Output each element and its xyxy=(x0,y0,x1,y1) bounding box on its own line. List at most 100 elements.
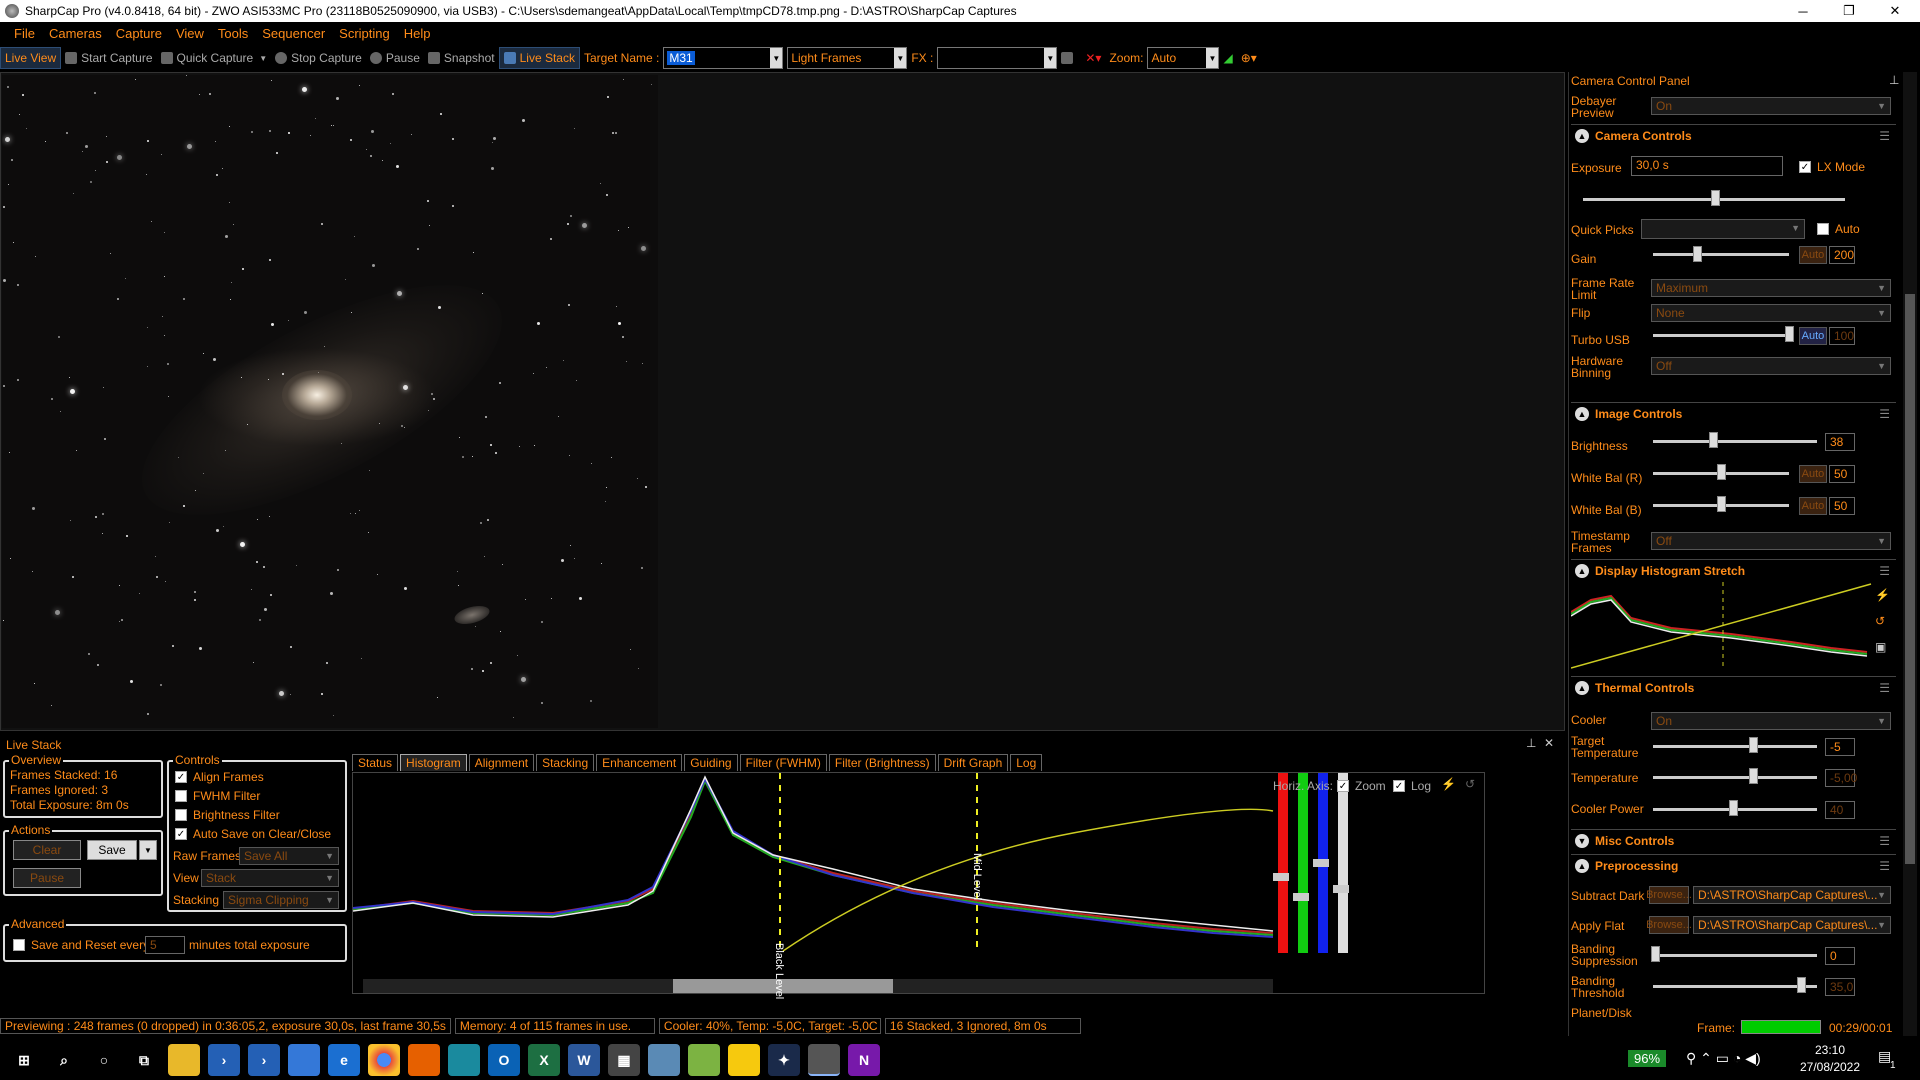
stretch-save-icon[interactable]: ▣ xyxy=(1875,640,1886,654)
menu-icon[interactable]: ☰ xyxy=(1879,834,1890,848)
display-stretch-header[interactable]: ▲ Display Histogram Stretch ☰ xyxy=(1571,559,1896,581)
target-temp-slider-track[interactable] xyxy=(1653,745,1817,748)
edge-icon[interactable] xyxy=(448,1044,480,1076)
task-view-icon[interactable]: ⧉ xyxy=(128,1044,160,1076)
live-view-button[interactable]: Live View xyxy=(0,47,62,69)
tab-stacking[interactable]: Stacking xyxy=(536,754,595,771)
magnifier-icon[interactable]: ⊕▾ xyxy=(1237,47,1261,69)
timestamp-dropdown[interactable]: Off ▼ xyxy=(1651,532,1891,550)
tab-log[interactable]: Log xyxy=(1010,754,1043,771)
pin-icon[interactable]: ⊥ xyxy=(1889,74,1899,86)
brightness-slider-track[interactable] xyxy=(1653,440,1817,443)
wb-r-auto-button[interactable]: Auto xyxy=(1799,465,1827,483)
stack-histogram[interactable]: Horiz. Axis: ✓ Zoom ✓ Log ⚡ ↺ Black Level … xyxy=(352,772,1485,999)
astro-app-icon[interactable]: ✦ xyxy=(768,1044,800,1076)
stretch-reset-icon[interactable]: ↺ xyxy=(1875,614,1885,628)
wb-b-auto-button[interactable]: Auto xyxy=(1799,497,1827,515)
tab-guiding[interactable]: Guiding xyxy=(684,754,738,771)
flat-browse-button[interactable]: Browse... xyxy=(1646,916,1692,934)
quick-picks-auto-checkbox[interactable]: Auto xyxy=(1817,222,1860,236)
wb-r-slider-thumb[interactable] xyxy=(1717,464,1726,480)
exposure-input[interactable]: 30,0 s xyxy=(1631,156,1783,176)
brightness-filter-checkbox[interactable]: Brightness Filter xyxy=(175,808,280,822)
menu-capture[interactable]: Capture xyxy=(116,26,162,41)
clock-date[interactable]: 27/08/2022 xyxy=(1790,1060,1870,1074)
sharpcap-taskbar-icon[interactable] xyxy=(808,1044,840,1076)
tab-filter-fwhm[interactable]: Filter (FWHM) xyxy=(739,754,827,771)
thermal-controls-header[interactable]: ▲ Thermal Controls ☰ xyxy=(1571,676,1896,698)
stretch-auto-icon[interactable]: ⚡ xyxy=(1875,588,1890,602)
live-stack-button[interactable]: Live Stack xyxy=(498,47,580,69)
menu-help[interactable]: Help xyxy=(404,26,431,41)
zoom-checkbox[interactable]: ✓ Zoom xyxy=(1337,779,1386,793)
tab-status[interactable]: Status xyxy=(352,754,399,771)
menu-icon[interactable]: ☰ xyxy=(1879,681,1890,695)
start-capture-button[interactable]: Start Capture xyxy=(61,47,156,69)
minutes-spinner[interactable]: 5 xyxy=(145,936,185,954)
histogram-icon[interactable]: ◢ xyxy=(1219,47,1236,69)
menu-sequencer[interactable]: Sequencer xyxy=(262,26,325,41)
temperature-slider-track[interactable] xyxy=(1653,776,1817,779)
internet-explorer-icon[interactable]: e xyxy=(328,1044,360,1076)
pin-icon[interactable]: ⊥ xyxy=(1526,736,1536,750)
scrollbar-thumb[interactable] xyxy=(1905,294,1915,864)
fx-combo[interactable]: ▼ xyxy=(937,47,1058,69)
close-icon[interactable]: ✕ xyxy=(1544,736,1554,750)
brightness-value[interactable]: 38 xyxy=(1825,433,1855,451)
fx-settings-icon[interactable] xyxy=(1057,47,1081,69)
debayer-dropdown[interactable]: On ▼ xyxy=(1651,97,1891,115)
misc-controls-header[interactable]: ▼ Misc Controls ☰ xyxy=(1571,829,1896,851)
pause-stack-button[interactable]: Pause xyxy=(13,868,81,888)
sticky-notes-icon[interactable] xyxy=(728,1044,760,1076)
preprocessing-header[interactable]: ▲ Preprocessing ☰ xyxy=(1571,854,1896,876)
onenote-icon[interactable]: N xyxy=(848,1044,880,1076)
minimize-button[interactable]: ─ xyxy=(1780,0,1826,22)
target-temp-value[interactable]: -5 xyxy=(1825,738,1855,756)
crosshair-icon[interactable]: ✕▾ xyxy=(1081,47,1105,69)
excel-icon[interactable]: X xyxy=(528,1044,560,1076)
binning-dropdown[interactable]: Off ▼ xyxy=(1651,357,1891,375)
gain-value[interactable]: 200 xyxy=(1829,246,1855,264)
tab-histogram[interactable]: Histogram xyxy=(400,754,467,771)
brightness-slider-thumb[interactable] xyxy=(1709,432,1718,448)
flat-path-dropdown[interactable]: D:\ASTRO\SharpCap Captures\... ▼ xyxy=(1693,916,1891,934)
turbo-auto-button[interactable]: Auto xyxy=(1799,327,1827,345)
quick-capture-button[interactable]: Quick Capture ▼ xyxy=(157,47,272,69)
zoom-combo[interactable]: Auto ▼ xyxy=(1147,47,1220,69)
raw-frames-dropdown[interactable]: Save All ▼ xyxy=(239,847,339,865)
pause-button[interactable]: Pause xyxy=(366,47,424,69)
notepad-icon[interactable] xyxy=(688,1044,720,1076)
fwhm-filter-checkbox[interactable]: FWHM Filter xyxy=(175,789,260,803)
snapshot-button[interactable]: Snapshot xyxy=(424,47,499,69)
live-image-m31[interactable] xyxy=(2,75,658,728)
save-reset-checkbox[interactable]: Save and Reset every xyxy=(13,938,149,952)
banding-supp-value[interactable]: 0 xyxy=(1825,947,1855,965)
gain-auto-button[interactable]: Auto xyxy=(1799,246,1827,264)
cooler-dropdown[interactable]: On ▼ xyxy=(1651,712,1891,730)
turbo-slider-track[interactable] xyxy=(1653,334,1789,337)
wb-b-value[interactable]: 50 xyxy=(1829,497,1855,515)
powershell-icon[interactable]: › xyxy=(208,1044,240,1076)
app-icon[interactable] xyxy=(648,1044,680,1076)
menu-file[interactable]: File xyxy=(14,26,35,41)
tab-alignment[interactable]: Alignment xyxy=(468,754,535,771)
save-dropdown-chevron-icon[interactable]: ▼ xyxy=(139,840,157,860)
display-stretch-histogram[interactable] xyxy=(1571,582,1873,670)
view-dropdown[interactable]: Stack ▼ xyxy=(201,869,339,887)
auto-save-checkbox[interactable]: ✓ Auto Save on Clear/Close xyxy=(175,827,331,841)
banding-thresh-slider-thumb[interactable] xyxy=(1797,977,1806,993)
banding-thresh-slider-track[interactable] xyxy=(1653,985,1817,988)
chrome-icon[interactable] xyxy=(368,1044,400,1076)
mail-icon[interactable] xyxy=(288,1044,320,1076)
lx-mode-checkbox[interactable]: ✓ LX Mode xyxy=(1799,160,1865,174)
menu-scripting[interactable]: Scripting xyxy=(339,26,390,41)
dark-path-dropdown[interactable]: D:\ASTRO\SharpCap Captures\... ▼ xyxy=(1693,886,1891,904)
firefox-icon[interactable] xyxy=(408,1044,440,1076)
tray-icons[interactable]: ⚲ ⌃ ▭ ◔ ◀) xyxy=(1686,1050,1761,1067)
dark-browse-button[interactable]: Browse... xyxy=(1646,886,1692,904)
quick-picks-dropdown[interactable]: ▼ xyxy=(1641,219,1805,239)
cortana-icon[interactable]: ○ xyxy=(88,1044,120,1076)
stacking-dropdown[interactable]: Sigma Clipping ▼ xyxy=(223,891,339,909)
auto-stretch-icon[interactable]: ⚡ xyxy=(1441,777,1456,791)
cooler-power-slider-thumb[interactable] xyxy=(1729,800,1738,816)
